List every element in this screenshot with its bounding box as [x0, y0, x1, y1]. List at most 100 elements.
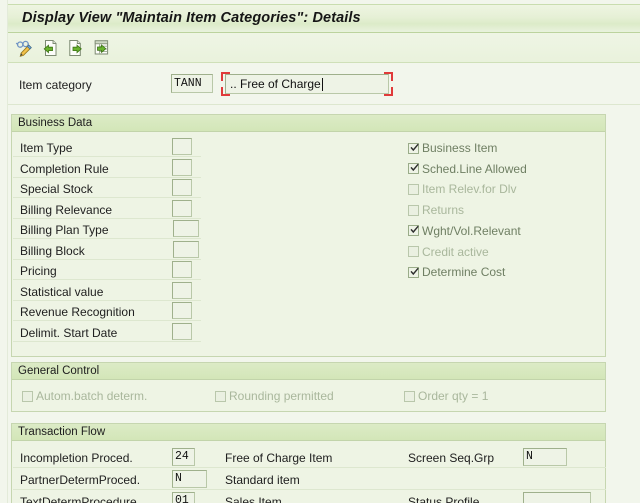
checkbox-rounding-permitted[interactable]: Rounding permitted	[215, 389, 334, 403]
description-textdetermprocedure: Sales Item	[225, 495, 282, 503]
label-billing-block: Billing Block	[20, 243, 85, 258]
select-detail-icon[interactable]	[92, 38, 112, 58]
row-separator	[13, 176, 201, 178]
row-separator	[13, 217, 201, 219]
label-pricing: Pricing	[20, 264, 57, 278]
row-separator	[13, 340, 201, 342]
input-status-profile[interactable]	[523, 492, 591, 503]
row-separator	[13, 279, 201, 280]
label-partnerdetermproced: PartnerDetermProced.	[20, 473, 141, 487]
focus-corner-top-right	[384, 72, 393, 81]
checkbox-box[interactable]	[22, 390, 33, 402]
input-revenue-recognition[interactable]	[172, 302, 192, 319]
input-screen-seq-grp[interactable]: N	[523, 448, 567, 466]
business-data-header: Business Data	[12, 115, 605, 132]
transaction-flow-title: Transaction Flow	[18, 426, 106, 438]
label-delimit-start-date: Delimit. Start Date	[20, 325, 118, 340]
check-mark-icon	[410, 267, 419, 275]
checkbox-box[interactable]	[408, 142, 419, 154]
input-delimit-start-date[interactable]	[172, 322, 192, 340]
input-billing-plan-type[interactable]	[173, 220, 199, 237]
checkbox-box[interactable]	[408, 163, 419, 175]
checkbox-returns[interactable]: Returns	[408, 203, 464, 217]
check-mark-icon	[410, 163, 419, 172]
checkbox-label: Returns	[422, 203, 465, 218]
checkbox-label: Credit active	[422, 244, 489, 259]
input-textdetermprocedure[interactable]: 01	[172, 492, 195, 503]
checkbox-item-relev-for-dlv[interactable]: Item Relev.for Dlv	[408, 182, 516, 196]
label-revenue-recognition: Revenue Recognition	[20, 305, 135, 319]
transaction-flow-header: Transaction Flow	[12, 424, 605, 441]
item-category-key-input[interactable]: TANN	[171, 74, 213, 93]
label-status-profile: Status Profile	[408, 495, 480, 503]
checkbox-determine-cost[interactable]: Determine Cost	[408, 265, 505, 279]
label-special-stock: Special Stock	[20, 182, 93, 196]
focus-corner-top-left	[221, 72, 230, 81]
sap-gui-screen: Display View "Maintain Item Categories":…	[0, 0, 640, 503]
row-separator	[13, 320, 201, 321]
description-incompletion-proced: Free of Charge Item	[225, 451, 333, 465]
checkbox-sched-line-allowed[interactable]: Sched.Line Allowed	[408, 162, 527, 176]
check-mark-icon	[410, 143, 419, 151]
check-mark-icon	[410, 226, 419, 234]
checkbox-business-item[interactable]: Business Item	[408, 141, 497, 155]
focus-corner-bottom-left	[221, 87, 230, 96]
row-separator	[13, 489, 606, 490]
checkbox-box[interactable]	[408, 204, 419, 216]
input-incompletion-proced[interactable]: 24	[172, 448, 195, 466]
item-category-label: Item category	[19, 78, 92, 92]
row-separator	[13, 238, 201, 239]
item-category-description-value: .. Free of Charge	[230, 77, 321, 91]
row-separator	[13, 299, 201, 301]
input-special-stock[interactable]	[172, 179, 192, 196]
input-billing-relevance[interactable]	[172, 199, 192, 217]
window-left-edge	[0, 0, 8, 503]
row-separator	[13, 156, 201, 157]
label-billing-plan-type: Billing Plan Type	[20, 223, 109, 237]
general-control-group: General Control Autom.batch determ. Round…	[11, 362, 606, 412]
general-control-title: General Control	[18, 365, 100, 377]
previous-entry-icon[interactable]	[40, 38, 60, 58]
label-statistical-value: Statistical value	[20, 284, 104, 299]
display-change-icon[interactable]	[14, 38, 34, 58]
input-completion-rule[interactable]	[172, 158, 192, 176]
input-pricing[interactable]	[172, 261, 192, 278]
row-separator	[13, 258, 201, 260]
input-statistical-value[interactable]	[172, 281, 192, 299]
checkbox-label: Business Item	[422, 141, 498, 155]
window-title-bar: Display View "Maintain Item Categories":…	[8, 4, 640, 33]
page-title: Display View "Maintain Item Categories":…	[22, 10, 361, 26]
input-item-type[interactable]	[172, 138, 192, 155]
focus-corner-bottom-right	[384, 87, 393, 96]
item-category-row: Item category TANN .. Free of Charge	[8, 63, 640, 105]
next-entry-icon[interactable]	[66, 38, 86, 58]
checkbox-box[interactable]	[408, 225, 419, 237]
checkbox-label: Wght/Vol.Relevant	[422, 223, 521, 238]
item-category-description-field[interactable]: .. Free of Charge	[221, 72, 393, 96]
label-billing-relevance: Billing Relevance	[20, 202, 113, 217]
checkbox-label: Determine Cost	[422, 265, 506, 280]
checkbox-wght-vol-relevant[interactable]: Wght/Vol.Relevant	[408, 224, 521, 238]
checkbox-label: Autom.batch determ.	[36, 389, 148, 403]
application-toolbar	[8, 33, 640, 63]
item-category-description-input[interactable]: .. Free of Charge	[225, 74, 389, 94]
general-control-header: General Control	[12, 363, 605, 380]
checkbox-box[interactable]	[408, 266, 419, 278]
checkbox-label: Sched.Line Allowed	[422, 161, 527, 176]
checkbox-box[interactable]	[408, 183, 419, 195]
checkbox-autom-batch-determ[interactable]: Autom.batch determ.	[22, 389, 147, 403]
label-item-type: Item Type	[20, 141, 73, 155]
input-billing-block[interactable]	[173, 240, 199, 258]
row-separator	[13, 197, 201, 198]
checkbox-label: Order qty = 1	[418, 389, 489, 403]
checkbox-box[interactable]	[404, 390, 415, 402]
transaction-flow-group: Transaction Flow Incompletion Proced. 24 F…	[11, 423, 606, 503]
description-partnerdetermproced: Standard item	[225, 473, 300, 487]
input-partnerdetermproced[interactable]: N	[172, 470, 207, 488]
checkbox-box[interactable]	[408, 246, 419, 257]
checkbox-credit-active[interactable]: Credit active	[408, 245, 489, 259]
checkbox-box[interactable]	[215, 390, 226, 402]
label-incompletion-proced: Incompletion Proced.	[20, 451, 133, 465]
business-data-title: Business Data	[18, 117, 93, 129]
checkbox-order-qty-1[interactable]: Order qty = 1	[404, 389, 488, 403]
